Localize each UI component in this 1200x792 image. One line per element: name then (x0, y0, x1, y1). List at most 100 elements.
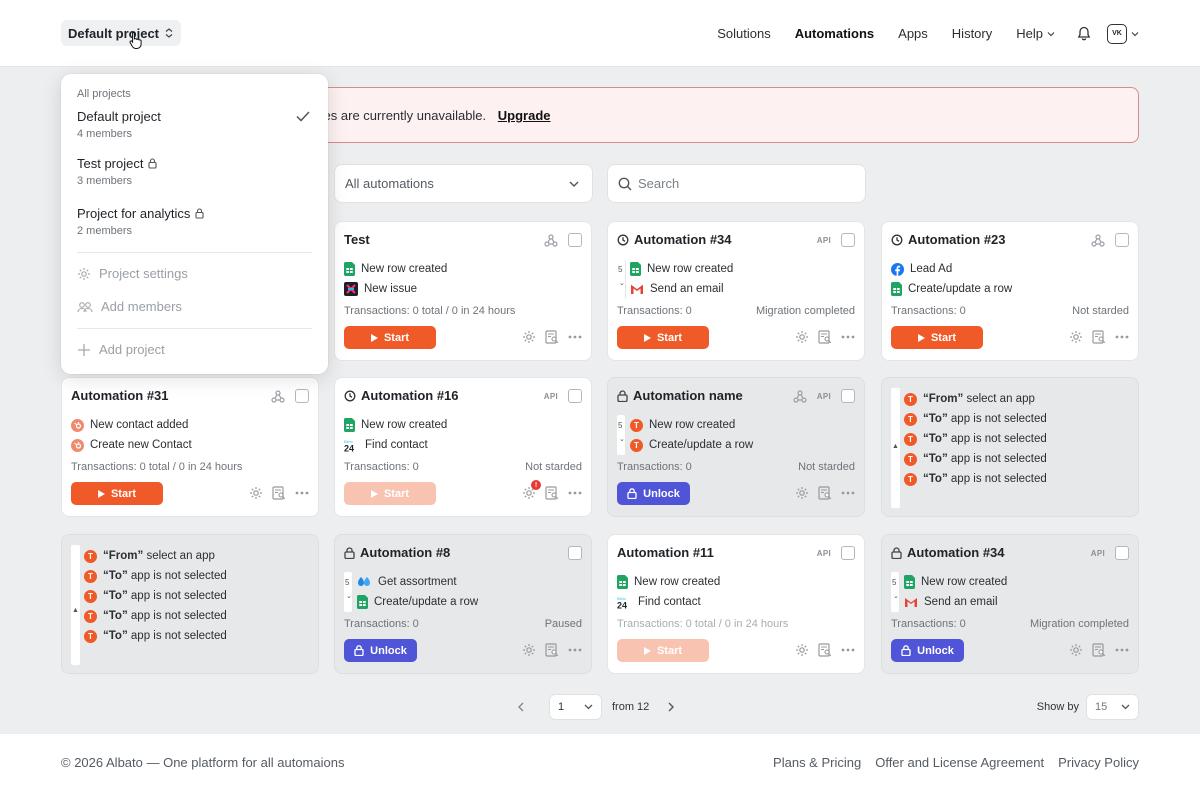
automation-card[interactable]: Automation #31 New contact added Create … (61, 377, 319, 517)
project-name: Default project (77, 109, 161, 124)
log-search-icon[interactable] (545, 643, 559, 657)
step-counter[interactable]: 5 ⌄ (617, 415, 626, 455)
footer-link-license[interactable]: Offer and License Agreement (875, 755, 1044, 770)
project-option-test[interactable]: Test project 3 members (77, 156, 312, 187)
card-checkbox[interactable] (1115, 233, 1129, 247)
nav-solutions[interactable]: Solutions (717, 26, 770, 41)
more-icon[interactable] (1115, 335, 1129, 339)
start-button[interactable]: Start (71, 482, 163, 505)
user-avatar-menu[interactable]: VK (1107, 23, 1139, 44)
log-search-icon[interactable] (818, 330, 832, 344)
gear-icon[interactable] (522, 643, 536, 657)
gear-icon[interactable] (1069, 643, 1083, 657)
gear-icon[interactable] (249, 486, 263, 500)
lock-icon (627, 488, 637, 499)
automation-card-locked[interactable]: Automation #34 API 5 ⌄ New row created Se… (881, 534, 1139, 674)
nav-history[interactable]: History (952, 26, 992, 41)
card-tools (522, 643, 582, 657)
step-scroll-bar[interactable]: ▲ (891, 388, 900, 508)
add-members-item[interactable]: Add members (77, 299, 182, 314)
card-checkbox[interactable] (568, 233, 582, 247)
start-button-disabled[interactable]: Start (617, 639, 709, 662)
chevron-down-icon: ⌄ (619, 436, 625, 443)
log-search-icon[interactable] (1092, 643, 1106, 657)
automation-filter-select[interactable]: All automations (334, 164, 593, 203)
footer-links: Plans & Pricing Offer and License Agreem… (773, 755, 1139, 770)
more-icon[interactable] (841, 335, 855, 339)
nav-apps[interactable]: Apps (898, 26, 928, 41)
step-label: Create/update a row (908, 283, 1013, 295)
gear-icon[interactable] (795, 643, 809, 657)
automation-card-locked[interactable]: Automation #8 5 ⌄ Get assortment Create/u… (334, 534, 592, 674)
bell-icon[interactable] (1077, 26, 1091, 41)
svg-text:24: 24 (344, 444, 354, 453)
footer-link-pricing[interactable]: Plans & Pricing (773, 755, 861, 770)
start-button[interactable]: Start (344, 326, 436, 349)
log-search-icon[interactable] (818, 643, 832, 657)
card-header-icons: API (817, 233, 855, 247)
log-search-icon[interactable] (545, 330, 559, 344)
add-project-item[interactable]: Add project (77, 342, 165, 357)
automation-card[interactable]: Automation #11 API New row created Bitri… (607, 534, 865, 674)
log-search-icon[interactable] (545, 486, 559, 500)
start-button[interactable]: Start (891, 326, 983, 349)
step-scroll-bar[interactable]: ▲ (71, 545, 80, 665)
footer-link-privacy[interactable]: Privacy Policy (1058, 755, 1139, 770)
automation-card[interactable]: Automation #34 API 5 ⌄ New row created Se… (607, 221, 865, 361)
card-checkbox[interactable] (295, 389, 309, 403)
automation-card-unconfigured[interactable]: ▲ T “From” select an app T “To” app is not… (61, 534, 319, 674)
card-checkbox[interactable] (841, 546, 855, 560)
more-icon[interactable] (568, 335, 582, 339)
project-option-default[interactable]: Default project 4 members (77, 109, 312, 140)
project-switcher-button[interactable]: Default project (61, 20, 182, 46)
step-counter[interactable]: 5 ⌄ (891, 572, 900, 612)
chevron-right-icon[interactable] (667, 702, 675, 712)
transactions-text: Transactions: 0 (891, 305, 966, 317)
log-search-icon[interactable] (1092, 330, 1106, 344)
albato-app-icon: T (904, 472, 917, 486)
play-icon (643, 333, 651, 342)
start-button-disabled[interactable]: Start (344, 482, 436, 505)
card-checkbox[interactable] (568, 546, 582, 560)
chevron-left-icon[interactable] (517, 702, 525, 712)
card-title-text: Automation #16 (361, 388, 459, 403)
gear-icon[interactable] (522, 330, 536, 344)
automation-card-locked[interactable]: Automation name API 5 ⌄ T New row created… (607, 377, 865, 517)
step-counter[interactable]: 5 ⌄ (344, 572, 353, 612)
unlock-button[interactable]: Unlock (344, 639, 417, 662)
log-search-icon[interactable] (272, 486, 286, 500)
automation-card[interactable]: Automation #23 Lead Ad Create/update a r… (881, 221, 1139, 361)
more-icon[interactable] (295, 491, 309, 495)
project-option-analytics[interactable]: Project for analytics 2 members (77, 206, 312, 237)
page-select[interactable]: 1 (549, 694, 602, 720)
step-counter[interactable]: 5 ⌄ (617, 259, 626, 299)
show-by-select[interactable]: 15 (1086, 694, 1139, 720)
card-checkbox[interactable] (1115, 546, 1129, 560)
card-checkbox[interactable] (841, 233, 855, 247)
more-icon[interactable] (841, 648, 855, 652)
albato-app-icon: T (630, 418, 643, 432)
card-header-icons (568, 546, 582, 560)
upgrade-link[interactable]: Upgrade (498, 108, 551, 123)
nav-help[interactable]: Help (1016, 26, 1055, 41)
automation-card[interactable]: Test New row created New issue Transacti… (334, 221, 592, 361)
settings-with-alert[interactable]: ! (522, 480, 541, 500)
unlock-button[interactable]: Unlock (617, 482, 690, 505)
more-icon[interactable] (841, 491, 855, 495)
more-icon[interactable] (568, 491, 582, 495)
log-search-icon[interactable] (818, 486, 832, 500)
card-checkbox[interactable] (568, 389, 582, 403)
automation-card-unconfigured[interactable]: ▲ T “From” select an app T “To” app is not… (881, 377, 1139, 517)
card-checkbox[interactable] (841, 389, 855, 403)
search-input[interactable] (638, 176, 838, 191)
gear-icon[interactable] (795, 486, 809, 500)
start-button[interactable]: Start (617, 326, 709, 349)
more-icon[interactable] (568, 648, 582, 652)
automation-card[interactable]: Automation #16 API New row created Bitri… (334, 377, 592, 517)
more-icon[interactable] (1115, 648, 1129, 652)
gear-icon[interactable] (795, 330, 809, 344)
project-settings-item[interactable]: Project settings (77, 266, 188, 281)
nav-automations[interactable]: Automations (795, 26, 874, 41)
unlock-button[interactable]: Unlock (891, 639, 964, 662)
gear-icon[interactable] (1069, 330, 1083, 344)
